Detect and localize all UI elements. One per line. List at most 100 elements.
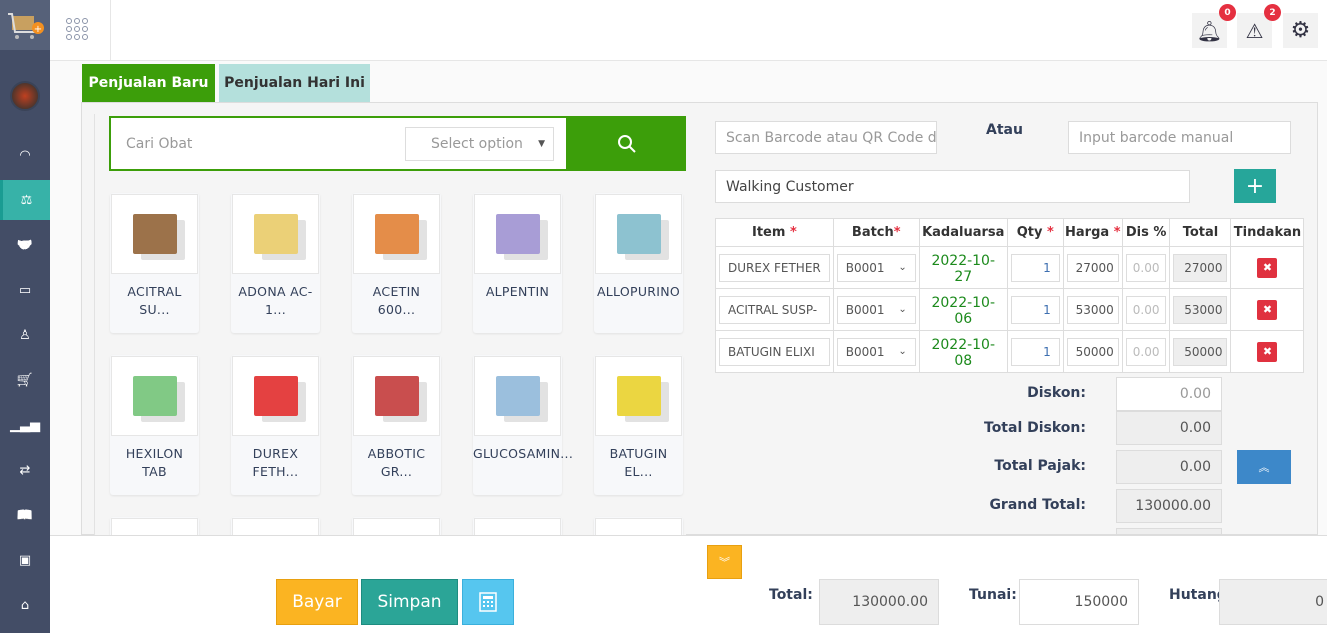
discount-input[interactable]: 0.00 (1125, 253, 1167, 282)
qty-input[interactable]: 1 (1010, 295, 1060, 324)
settings-button[interactable]: ⚙︎ (1283, 13, 1318, 48)
apps-grid-icon[interactable] (66, 18, 88, 40)
chevron-down-icon: ⌄ (898, 304, 907, 315)
sidebar-item-refresh[interactable]: ⇄ (0, 450, 50, 490)
collapse-up-button[interactable]: ︽ (1237, 450, 1291, 484)
product-image (474, 194, 561, 274)
product-card[interactable]: GLUCOSAMIN... (473, 355, 573, 495)
price-input[interactable]: 50000 (1066, 337, 1119, 366)
sidebar-item-toolbox[interactable]: ⌂ (0, 585, 50, 625)
product-name: DUREX FETH... (252, 446, 299, 479)
expiry-date: 2022-10-27 (918, 246, 1008, 289)
alerts-button[interactable]: ⚠︎ 2 (1237, 4, 1281, 48)
calculator-button[interactable] (462, 579, 514, 625)
product-card[interactable]: ALLOPURINO (594, 193, 683, 333)
product-card[interactable]: ACITRAL SU... (110, 193, 199, 333)
scale-icon: ⚖ (20, 192, 33, 208)
chevron-down-icon: ⌄ (898, 346, 907, 357)
product-image (353, 518, 440, 535)
add-customer-button[interactable]: + (1234, 169, 1276, 203)
product-name: ACITRAL SU... (127, 284, 182, 317)
sidebar-item-user[interactable]: ♙ (0, 315, 50, 355)
product-card[interactable]: ACETIN 600... (352, 193, 441, 333)
price-input[interactable]: 27000 (1066, 253, 1119, 282)
discount-input[interactable]: 0.00 (1125, 295, 1167, 324)
notifications-button[interactable]: 🔔︎ 0 (1192, 4, 1236, 48)
debt-value: 0 (1219, 579, 1327, 625)
product-image (353, 194, 440, 274)
manual-barcode-input[interactable]: Input barcode manual (1068, 121, 1291, 154)
product-image (232, 518, 319, 535)
tab-penjualan-baru[interactable]: Penjualan Baru (82, 64, 215, 102)
expand-down-button[interactable]: ︾ (707, 545, 742, 579)
category-select[interactable]: Select option ▼ (405, 127, 554, 161)
item-input[interactable]: BATUGIN ELIXI (719, 337, 830, 366)
product-image (111, 194, 198, 274)
product-card[interactable]: ALPENTIN (473, 193, 562, 333)
search-button[interactable] (566, 116, 686, 171)
batch-select[interactable]: B0001 ⌄ (836, 337, 916, 366)
item-input[interactable]: ACITRAL SUSP- (719, 295, 830, 324)
batch-select[interactable]: B0001 ⌄ (836, 253, 916, 282)
search-input[interactable]: Cari Obat (126, 136, 192, 152)
product-card[interactable] (110, 517, 199, 535)
price-input[interactable]: 53000 (1066, 295, 1119, 324)
tab-penjualan-hari-ini[interactable]: Penjualan Hari Ini (219, 64, 370, 102)
save-button[interactable]: Simpan (361, 579, 458, 625)
cart-row: ACITRAL SUSP- B0001 ⌄ 2022-10-06 1 53000 0.00 5… (715, 288, 1305, 331)
sidebar-item-cart[interactable]: 🛒 (0, 360, 50, 400)
row-total: 53000 (1173, 295, 1228, 324)
barcode-scan-input[interactable]: Scan Barcode atau QR Code di (715, 121, 937, 154)
top-header: 🔔︎ 0 ⚠︎ 2 ⚙︎ (50, 0, 1327, 61)
product-name: ADONA AC- 1... (238, 284, 313, 317)
item-input[interactable]: DUREX FETHER (719, 253, 830, 282)
product-area: Cari Obat Select option ▼ ACITRAL SU... A… (94, 114, 686, 535)
discount-input[interactable]: 0.00 (1125, 337, 1167, 366)
product-name: ABBOTIC GR... (367, 446, 426, 479)
sidebar-item-book[interactable]: 📖 (0, 495, 50, 535)
expiry-date: 2022-10-08 (918, 330, 1008, 373)
sidebar-item-money[interactable]: ▣ (0, 540, 50, 580)
product-card[interactable] (231, 517, 320, 535)
product-card[interactable]: BATUGIN EL... (594, 355, 683, 495)
sidebar-item-handshake[interactable]: 🤝 (0, 225, 50, 265)
qty-input[interactable]: 1 (1010, 337, 1060, 366)
product-card[interactable]: HEXILON TAB (110, 355, 199, 495)
discount-label: Diskon: (1027, 385, 1086, 401)
product-image (595, 518, 682, 535)
close-icon: ✖ (1262, 303, 1273, 316)
cash-label: Tunai: (969, 587, 1017, 603)
pay-button[interactable]: Bayar (276, 579, 358, 625)
product-card[interactable] (352, 517, 441, 535)
batch-select[interactable]: B0001 ⌄ (836, 295, 916, 324)
app-logo[interactable]: + (0, 0, 50, 50)
product-card[interactable]: ADONA AC- 1... (231, 193, 320, 333)
customer-input[interactable]: Walking Customer (715, 170, 1190, 203)
product-card[interactable] (594, 517, 683, 535)
delete-row-button[interactable]: ✖ (1257, 299, 1278, 320)
sidebar-item-briefcase[interactable]: ▭ (0, 270, 50, 310)
product-image (232, 356, 319, 436)
qty-input[interactable]: 1 (1010, 253, 1060, 282)
or-label: Atau (986, 122, 1023, 138)
product-card[interactable] (473, 517, 562, 535)
alerts-badge: 2 (1264, 4, 1281, 21)
row-total: 27000 (1173, 253, 1228, 282)
product-card[interactable]: ABBOTIC GR... (352, 355, 441, 495)
handshake-icon: 🤝 (16, 237, 34, 253)
col-qty: Qty * (1006, 218, 1064, 247)
product-card[interactable]: DUREX FETH... (231, 355, 320, 495)
sidebar-item-dashboard[interactable]: ◠ (0, 135, 50, 175)
cash-input[interactable]: 150000 (1019, 579, 1139, 625)
delete-row-button[interactable]: ✖ (1257, 341, 1278, 362)
avatar[interactable] (10, 81, 40, 111)
close-icon: ✖ (1262, 345, 1273, 358)
delete-row-button[interactable]: ✖ (1257, 257, 1278, 278)
caret-down-icon: ▼ (538, 139, 545, 149)
discount-input[interactable]: 0.00 (1116, 377, 1222, 411)
sidebar: + ◠ ⚖ 🤝 ▭ ♙ 🛒 ▁▃▅ ⇄ 📖 ▣ ⌂ (0, 0, 50, 633)
sidebar-item-bar-chart[interactable]: ▁▃▅ (0, 405, 50, 445)
bar-chart-icon: ▁▃▅ (10, 417, 40, 433)
product-name: HEXILON TAB (125, 446, 184, 479)
sidebar-item-scale[interactable]: ⚖ (0, 180, 50, 220)
